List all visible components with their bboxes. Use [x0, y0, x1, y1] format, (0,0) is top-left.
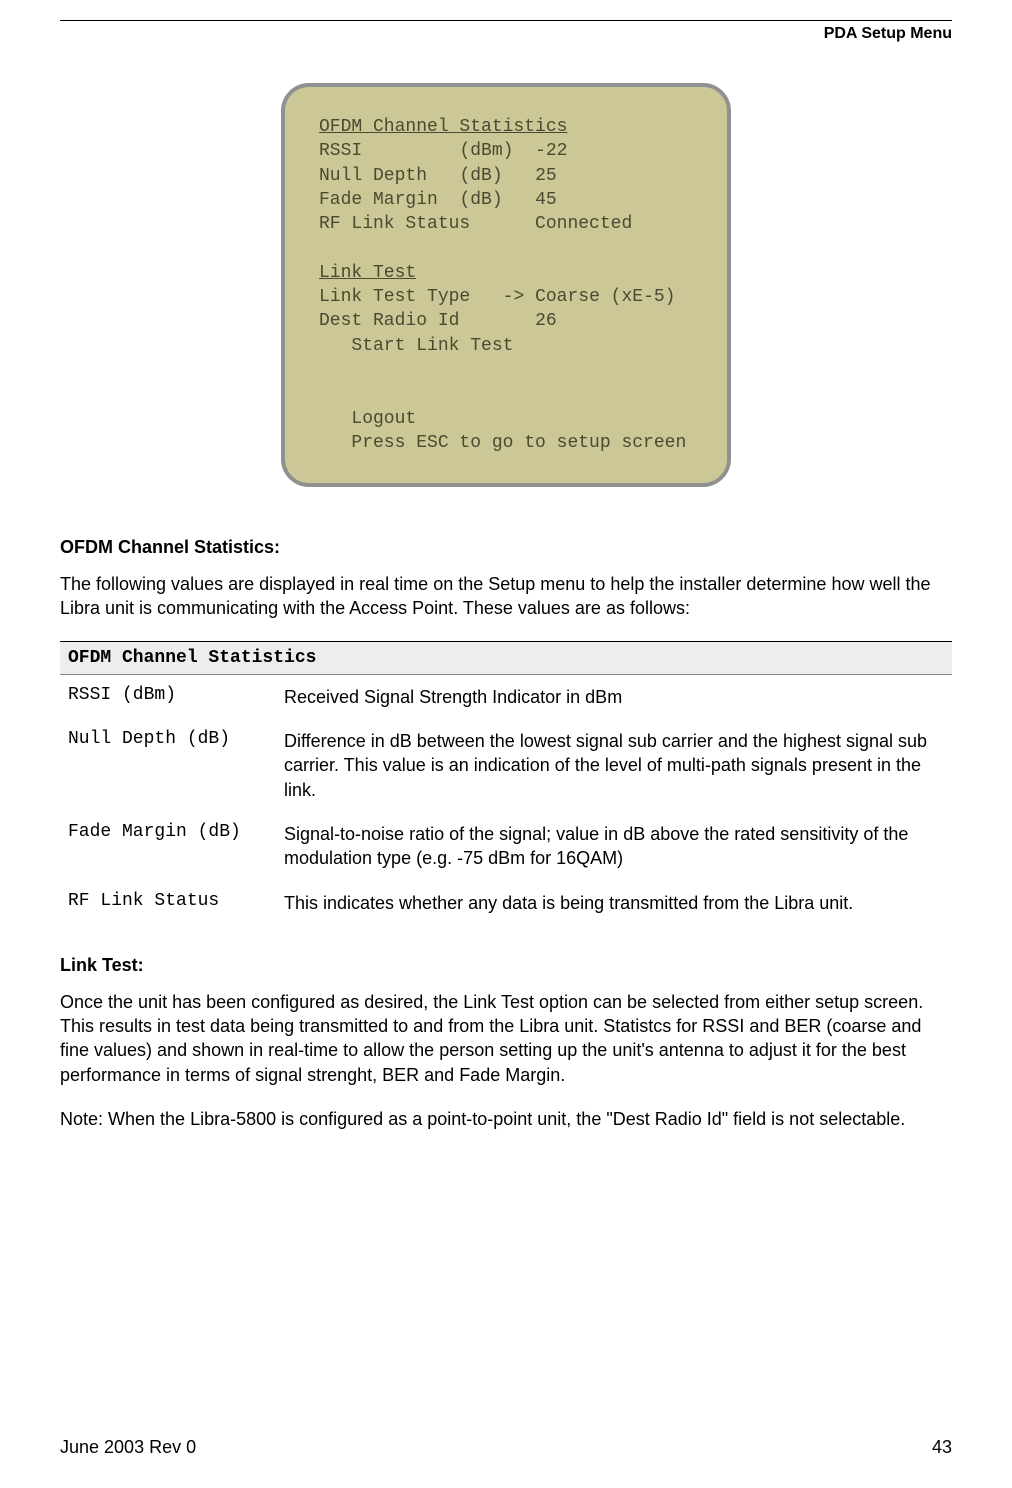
- header-section-title: PDA Setup Menu: [60, 25, 952, 43]
- ofdm-heading: OFDM Channel Statistics:: [60, 537, 952, 558]
- table-row: RF Link Status This indicates whether an…: [60, 881, 952, 925]
- ofdm-statistics-table: OFDM Channel Statistics RSSI (dBm) Recei…: [60, 641, 952, 925]
- screen-row-rssi: RSSI (dBm) -22: [319, 141, 567, 161]
- screen-row-rf-link: RF Link Status Connected: [319, 214, 632, 234]
- link-test-heading: Link Test:: [60, 955, 952, 976]
- ofdm-intro-paragraph: The following values are displayed in re…: [60, 572, 952, 621]
- table-desc-fade-margin: Signal-to-noise ratio of the signal; val…: [276, 812, 952, 881]
- table-desc-rf-link-status: This indicates whether any data is being…: [276, 881, 952, 925]
- screen-row-fade-margin: Fade Margin (dB) 45: [319, 190, 557, 210]
- note-text: Note: When the Libra-5800 is configured …: [60, 1107, 952, 1131]
- screen-logout: Logout: [351, 409, 416, 429]
- screen-ofdm-title: OFDM Channel Statistics: [319, 117, 567, 137]
- table-desc-rssi: Received Signal Strength Indicator in dB…: [276, 674, 952, 719]
- screen-start-link-test: Start Link Test: [351, 336, 513, 356]
- link-test-paragraph: Once the unit has been configured as des…: [60, 990, 952, 1087]
- table-term-rssi: RSSI (dBm): [60, 674, 276, 719]
- table-term-rf-link-status: RF Link Status: [60, 881, 276, 925]
- footer-page-number: 43: [932, 1437, 952, 1458]
- device-screen: OFDM Channel Statistics RSSI (dBm) -22 N…: [281, 83, 731, 487]
- table-desc-null-depth: Difference in dB between the lowest sign…: [276, 719, 952, 812]
- screen-link-test-title: Link Test: [319, 263, 416, 283]
- table-header: OFDM Channel Statistics: [60, 641, 952, 674]
- screen-row-null-depth: Null Depth (dB) 25: [319, 166, 557, 186]
- table-row: Fade Margin (dB) Signal-to-noise ratio o…: [60, 812, 952, 881]
- table-term-fade-margin: Fade Margin (dB): [60, 812, 276, 881]
- screen-esc-hint: Press ESC to go to setup screen: [351, 433, 686, 453]
- table-row: RSSI (dBm) Received Signal Strength Indi…: [60, 674, 952, 719]
- footer-date-rev: June 2003 Rev 0: [60, 1437, 196, 1458]
- table-term-null-depth: Null Depth (dB): [60, 719, 276, 812]
- table-row: Null Depth (dB) Difference in dB between…: [60, 719, 952, 812]
- screen-row-dest-radio-id: Dest Radio Id 26: [319, 311, 557, 331]
- screen-row-link-test-type: Link Test Type -> Coarse (xE-5): [319, 287, 676, 307]
